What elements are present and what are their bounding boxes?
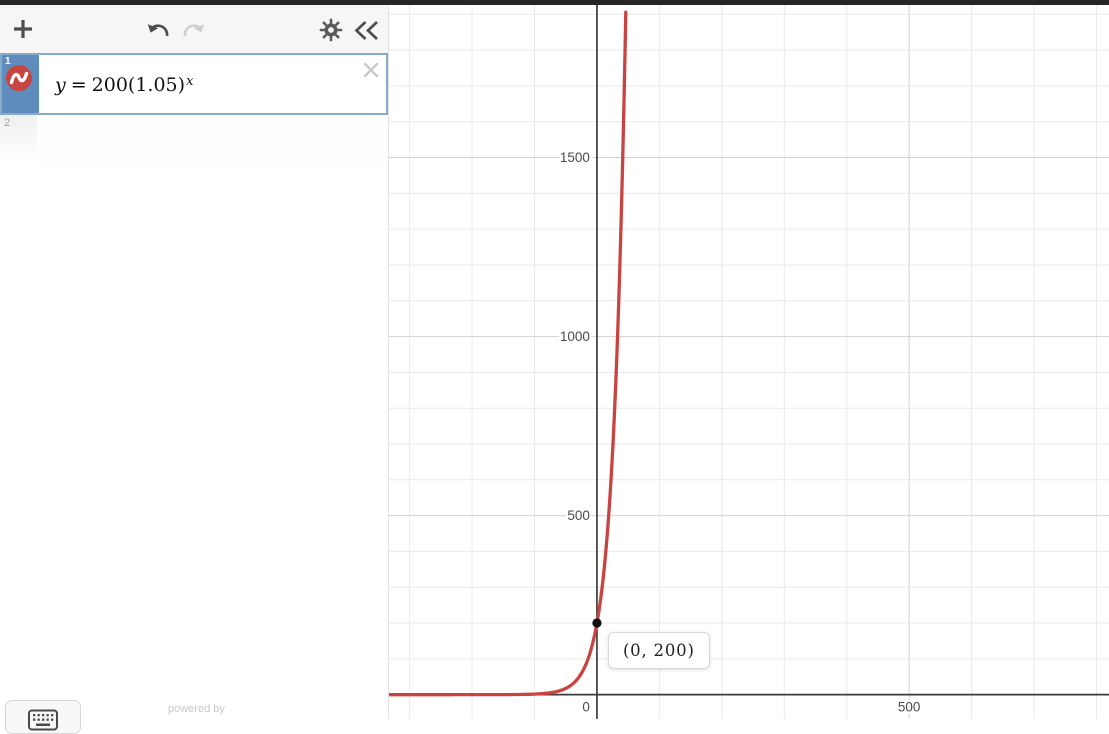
desmos-wave-icon [5,80,33,95]
svg-text:500: 500 [567,508,590,523]
expression-2-input[interactable] [37,115,388,167]
svg-text:500: 500 [898,700,921,715]
expression-1-formula: y=200(1.05)x [55,74,193,96]
svg-text:1500: 1500 [560,150,590,165]
graph-paper[interactable]: 500 1000 1500 0 500 (0, 200) [389,5,1109,719]
undo-button[interactable] [146,20,170,40]
formula-equals: = [71,74,87,96]
expression-2-gutter: 2 [0,115,37,167]
collapse-panel-button[interactable] [353,19,380,42]
plus-icon [12,28,34,43]
graph-canvas[interactable]: 500 1000 1500 0 500 [389,5,1109,719]
undo-icon [146,28,170,43]
powered-by-watermark[interactable]: powered by [168,703,225,715]
expression-panel: 1 y=200(1.05)x [0,5,389,719]
redo-button[interactable] [182,20,206,40]
expression-2-index: 2 [4,117,10,129]
delete-expression-button[interactable] [361,60,381,80]
keyboard-icon [27,719,59,734]
graph-settings-button[interactable] [319,18,343,42]
formula-exponent: x [186,74,193,89]
formula-variable: y [55,74,66,96]
expression-1-gutter: 1 [2,55,39,113]
svg-text:1000: 1000 [560,329,590,344]
expression-row-2[interactable]: 2 [0,115,388,167]
formula-body: 200(1.05) [92,74,185,96]
redo-icon [182,28,206,43]
point-label-tooltip: (0, 200) [608,632,710,669]
close-x-icon [361,68,381,83]
gear-icon [319,30,343,45]
collapse-left-icon [353,30,380,45]
expression-row-1[interactable]: 1 y=200(1.05)x [0,53,388,115]
expression-1-input[interactable]: y=200(1.05)x [39,55,386,113]
expression-1-color-toggle[interactable] [5,64,33,92]
add-expression-button[interactable] [12,18,34,40]
expressions-toolbar [0,5,388,53]
svg-text:0: 0 [582,700,590,715]
window-top-bar [0,0,1109,5]
show-keyboard-button[interactable] [5,700,81,734]
